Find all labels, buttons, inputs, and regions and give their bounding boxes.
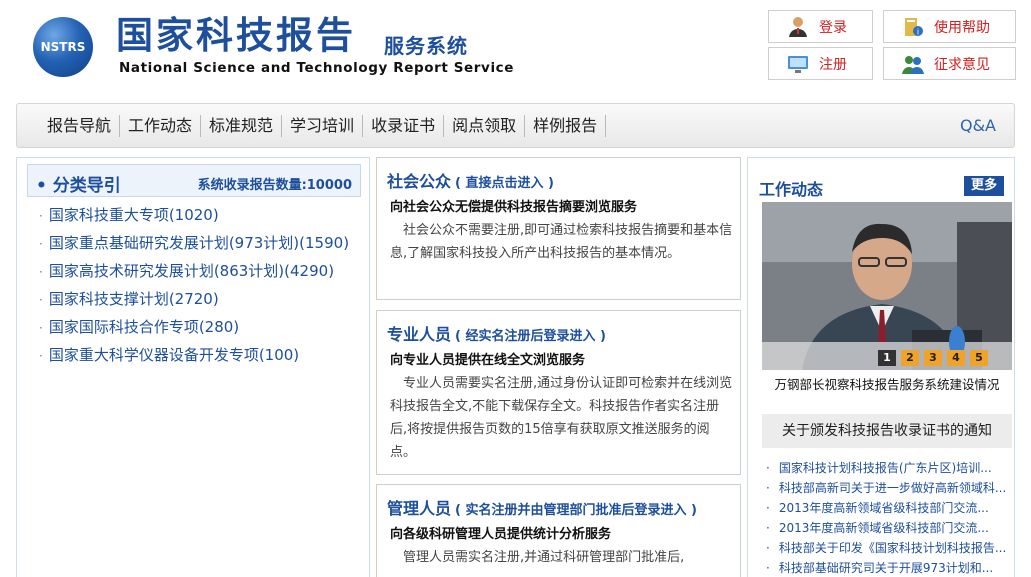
more-button[interactable]: 更多	[964, 176, 1004, 196]
site-english-title: National Science and Technology Report S…	[119, 60, 515, 76]
users-icon	[902, 55, 924, 74]
svg-text:i: i	[917, 27, 919, 36]
news-list: · 国家科技计划科技报告(广东片区)培训... · 科技部高新司关于进一步做好高新领…	[766, 458, 1016, 577]
feedback-button[interactable]: 征求意见	[883, 47, 1016, 80]
category-item-label: 国家高技术研究发展计划(863计划)(4290)	[48, 262, 335, 280]
certificate-notice[interactable]: 关于颁发科技报告收录证书的通知	[762, 414, 1012, 448]
news-item-label: 国家科技计划科技报告(广东片区)培训...	[778, 461, 992, 475]
category-title: • 分类导引	[36, 176, 121, 196]
category-item[interactable]: · 国家国际科技合作专项(280)	[39, 314, 349, 342]
nav-item-report-navigation[interactable]: 报告导航	[39, 114, 121, 137]
nav-item-work-news[interactable]: 工作动态	[120, 114, 202, 137]
category-panel: • 分类导引 系统收录报告数量:10000 · 国家科技重大专项(1020) · 国…	[16, 157, 370, 577]
site-title: 国家科技报告	[116, 14, 356, 57]
site-subtitle: 服务系统	[384, 34, 468, 58]
admin-subtitle: 向各级科研管理人员提供统计分析服务	[390, 527, 612, 542]
admin-description: 管理人员需实名注册,并通过科研管理部门批准后,	[403, 550, 685, 565]
professional-description: 专业人员需要实名注册,通过身份认证即可检索并在线浏览科技报告全文,不能下载保存全…	[390, 376, 733, 460]
help-button[interactable]: i 使用帮助	[883, 10, 1016, 43]
news-item-label: 科技部关于印发《国家科技计划科技报告...	[778, 541, 1007, 555]
news-item-label: 2013年度高新领域省级科技部门交流...	[778, 501, 989, 515]
nav-item-qa[interactable]: Q&A	[960, 116, 996, 135]
work-news-title: 工作动态	[759, 180, 824, 199]
login-label: 登录	[819, 19, 847, 36]
nav-item-certificate[interactable]: 收录证书	[363, 114, 445, 137]
register-label: 注册	[819, 56, 847, 73]
pager-dot[interactable]: 2	[901, 350, 919, 366]
professional-access-box[interactable]: 专业人员( 经实名注册后登录进入 ) 向专业人员提供在线全文浏览服务 专业人员需…	[376, 310, 741, 475]
news-item-label: 科技部高新司关于进一步做好高新领域科...	[778, 481, 1007, 495]
category-title-text: 分类导引	[52, 176, 121, 196]
category-item[interactable]: · 国家科技重大专项(1020)	[39, 202, 349, 230]
news-item[interactable]: · 科技部高新司关于进一步做好高新领域科...	[766, 478, 1016, 498]
news-item-label: 科技部基础研究司关于开展973计划和...	[778, 561, 994, 575]
professional-hint: ( 经实名注册后登录进入 )	[455, 329, 606, 344]
public-description: 社会公众不需要注册,即可通过检索科技报告摘要和基本信息,了解国家科技投入所产出科…	[390, 223, 733, 261]
monitor-icon	[788, 55, 808, 73]
report-count: 系统收录报告数量:10000	[197, 178, 352, 193]
pager-dot[interactable]: 3	[924, 350, 942, 366]
category-item-label: 国家重点基础研究发展计划(973计划)(1590)	[48, 234, 350, 252]
category-item[interactable]: · 国家重大科学仪器设备开发专项(100)	[39, 342, 349, 370]
nav-item-points[interactable]: 阅点领取	[444, 114, 526, 137]
feedback-label: 征求意见	[934, 56, 990, 73]
professional-title[interactable]: 专业人员( 经实名注册后登录进入 )	[387, 321, 606, 345]
category-item-label: 国家国际科技合作专项(280)	[48, 318, 240, 336]
category-header: • 分类导引 系统收录报告数量:10000	[27, 164, 361, 197]
nav-item-standards[interactable]: 标准规范	[201, 114, 283, 137]
admin-title[interactable]: 管理人员( 实名注册并由管理部门批准后登录进入 )	[387, 495, 697, 519]
news-item[interactable]: · 科技部基础研究司关于开展973计划和...	[766, 558, 1016, 577]
nav-item-training[interactable]: 学习培训	[282, 114, 364, 137]
public-title-text: 社会公众	[387, 172, 452, 191]
professional-title-text: 专业人员	[387, 325, 452, 344]
category-list: · 国家科技重大专项(1020) · 国家重点基础研究发展计划(973计划)(159…	[39, 202, 349, 370]
pager-dot[interactable]: 1	[878, 350, 896, 366]
public-subtitle: 向社会公众无偿提供科技报告摘要浏览服务	[390, 200, 638, 215]
register-button[interactable]: 注册	[768, 47, 873, 80]
help-label: 使用帮助	[934, 19, 990, 36]
category-item[interactable]: · 国家重点基础研究发展计划(973计划)(1590)	[39, 230, 349, 258]
news-item[interactable]: · 国家科技计划科技报告(广东片区)培训...	[766, 458, 1016, 478]
pager-dot[interactable]: 5	[970, 350, 988, 366]
news-photo[interactable]: 1 2 3 4 5	[762, 202, 1012, 370]
news-item-label: 2013年度高新领域省级科技部门交流...	[778, 521, 989, 535]
nstrs-logo[interactable]: NSTRS	[33, 17, 93, 77]
admin-hint: ( 实名注册并由管理部门批准后登录进入 )	[455, 503, 697, 518]
photo-caption[interactable]: 万钢部长视察科技报告服务系统建设情况	[762, 374, 1012, 393]
public-access-box[interactable]: 社会公众( 直接点击进入 ) 向社会公众无偿提供科技报告摘要浏览服务 社会公众不…	[376, 157, 741, 300]
admin-access-box[interactable]: 管理人员( 实名注册并由管理部门批准后登录进入 ) 向各级科研管理人员提供统计分…	[376, 484, 741, 577]
nav-item-sample-report[interactable]: 样例报告	[525, 114, 607, 137]
category-item[interactable]: · 国家高技术研究发展计划(863计划)(4290)	[39, 258, 349, 286]
pager-dot[interactable]: 4	[947, 350, 965, 366]
professional-subtitle: 向专业人员提供在线全文浏览服务	[390, 353, 586, 368]
category-item-label: 国家科技支撑计划(2720)	[48, 290, 219, 308]
news-photo-image	[762, 202, 1012, 370]
public-hint: ( 直接点击进入 )	[455, 176, 554, 191]
admin-title-text: 管理人员	[387, 499, 452, 518]
photo-pager: 1 2 3 4 5	[878, 350, 988, 366]
news-item[interactable]: · 科技部关于印发《国家科技计划科技报告...	[766, 538, 1016, 558]
work-news-panel: 工作动态 更多 1 2 3 4 5 万钢部长视察科技报告服务系统建设情况 关于颁…	[747, 157, 1015, 577]
login-button[interactable]: 登录	[768, 10, 873, 43]
category-item-label: 国家重大科学仪器设备开发专项(100)	[48, 346, 300, 364]
user-icon	[789, 16, 807, 37]
news-item[interactable]: · 2013年度高新领域省级科技部门交流...	[766, 498, 1016, 518]
page: NSTRS 国家科技报告 服务系统 National Science and T…	[0, 0, 1031, 577]
category-item-label: 国家科技重大专项(1020)	[48, 206, 219, 224]
public-title[interactable]: 社会公众( 直接点击进入 )	[387, 168, 554, 192]
category-item[interactable]: · 国家科技支撑计划(2720)	[39, 286, 349, 314]
news-item[interactable]: · 2013年度高新领域省级科技部门交流...	[766, 518, 1016, 538]
help-book-icon: i	[905, 17, 923, 36]
main-nav: 报告导航 工作动态 标准规范 学习培训 收录证书 阅点领取 样例报告 Q&A	[16, 103, 1015, 148]
